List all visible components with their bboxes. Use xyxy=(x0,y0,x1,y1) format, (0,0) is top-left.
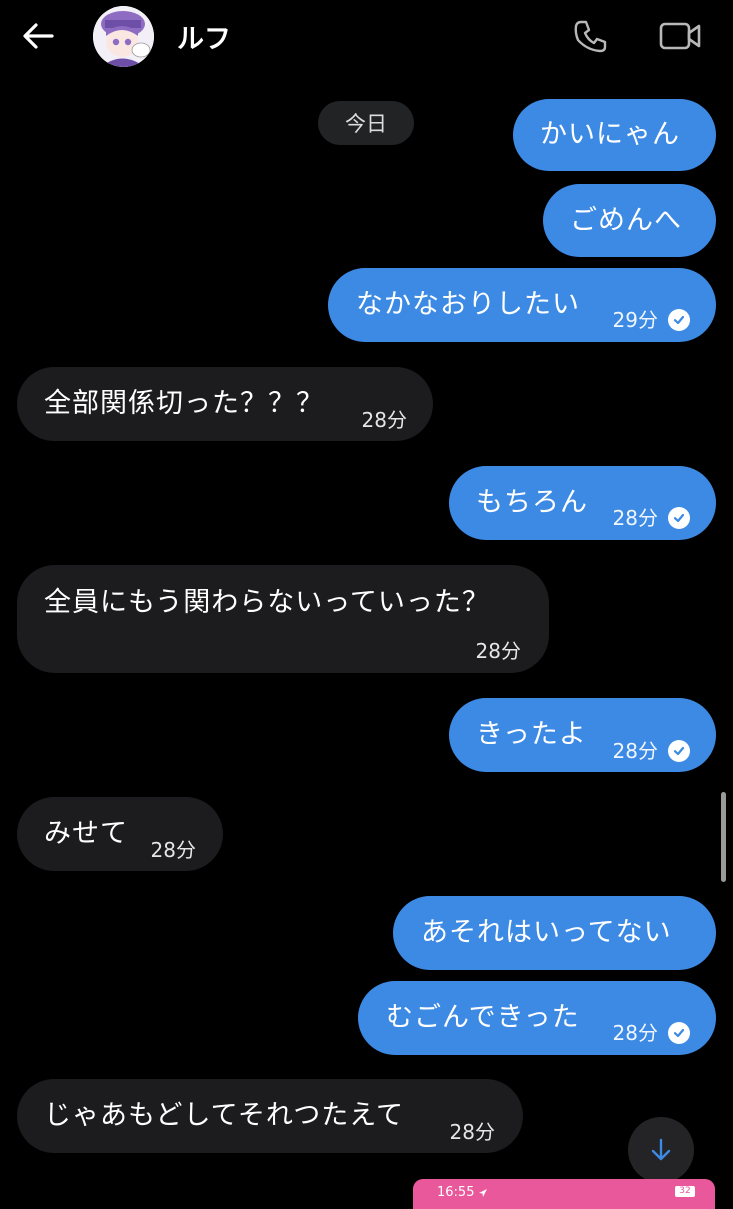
arrow-left-icon xyxy=(23,23,54,49)
avatar-illustration xyxy=(93,6,154,67)
message-text: みせて xyxy=(44,818,128,849)
message-timestamp: 28分 xyxy=(150,838,196,862)
message-bubble-incoming[interactable]: 全部関係切った？？？ 28分 xyxy=(17,367,433,441)
location-arrow-icon xyxy=(479,1188,488,1197)
message-text: 全部関係切った？？？ xyxy=(44,388,324,419)
back-button[interactable] xyxy=(18,18,58,54)
phone-icon xyxy=(574,20,607,53)
check-circle-icon xyxy=(668,309,690,331)
message-bubble-outgoing[interactable]: きったよ 28分 xyxy=(449,698,716,772)
message-text: あそれはいってない xyxy=(421,917,672,948)
message-meta: 28分 xyxy=(613,733,690,769)
message-bubble-outgoing[interactable]: あそれはいってない xyxy=(393,896,716,970)
arrow-down-icon xyxy=(651,1138,671,1161)
video-call-button[interactable] xyxy=(656,14,704,58)
status-time: 16:55 xyxy=(437,1185,475,1200)
date-separator: 今日 xyxy=(318,101,414,145)
message-bubble-outgoing[interactable]: むごんできった 28分 xyxy=(358,981,716,1055)
message-text: きったよ xyxy=(476,719,587,750)
message-bubble-outgoing[interactable]: なかなおりしたい 29分 xyxy=(328,268,716,342)
message-timestamp: 28分 xyxy=(612,739,658,763)
scrollbar-thumb[interactable] xyxy=(721,792,726,882)
video-camera-icon xyxy=(659,22,701,50)
message-timestamp: 28分 xyxy=(361,408,407,432)
check-circle-icon xyxy=(668,507,690,529)
message-meta: 28分 xyxy=(476,633,521,669)
message-timestamp: 28分 xyxy=(449,1120,495,1144)
message-text: むごんできった xyxy=(386,1002,580,1033)
check-circle-icon xyxy=(668,1022,690,1044)
message-timestamp: 28分 xyxy=(612,1021,658,1045)
message-bubble-incoming[interactable]: 全員にもう関わらないっていった？ 28分 xyxy=(17,565,549,673)
message-bubble-outgoing[interactable]: かいにゃん xyxy=(513,99,716,171)
message-meta: 28分 xyxy=(362,402,407,438)
message-text: 全員にもう関わらないっていった？ xyxy=(44,587,490,618)
message-timestamp: 29分 xyxy=(612,308,658,332)
message-timestamp: 28分 xyxy=(475,639,521,663)
message-timestamp: 28分 xyxy=(612,506,658,530)
scroll-to-bottom-button[interactable] xyxy=(628,1117,694,1183)
strip-time: 16:55 xyxy=(437,1185,488,1200)
message-meta: 28分 xyxy=(450,1114,495,1150)
message-text: かいにゃん xyxy=(540,119,680,150)
message-text: なかなおりしたい xyxy=(356,289,580,320)
contact-avatar[interactable] xyxy=(93,6,154,67)
message-bubble-incoming[interactable]: じゃあもどしてそれつたえて 28分 xyxy=(17,1079,523,1153)
message-text: もちろん xyxy=(476,487,588,518)
message-text: ごめんへ xyxy=(570,204,682,236)
message-meta: 28分 xyxy=(613,500,690,536)
message-text: じゃあもどしてそれつたえて xyxy=(44,1100,404,1131)
battery-indicator: 32 xyxy=(675,1186,695,1197)
message-bubble-outgoing[interactable]: もちろん 28分 xyxy=(449,466,716,540)
message-meta: 29分 xyxy=(613,302,690,338)
check-circle-icon xyxy=(668,740,690,762)
message-meta: 28分 xyxy=(613,1015,690,1051)
message-meta: 28分 xyxy=(151,832,196,868)
status-strip-overlay: 16:55 32 xyxy=(413,1179,715,1209)
message-bubble-outgoing[interactable]: ごめんへ xyxy=(543,184,716,257)
chat-header: ルフ xyxy=(0,0,733,72)
contact-name[interactable]: ルフ xyxy=(177,17,231,56)
voice-call-button[interactable] xyxy=(568,14,612,58)
message-bubble-incoming[interactable]: みせて 28分 xyxy=(17,797,223,871)
